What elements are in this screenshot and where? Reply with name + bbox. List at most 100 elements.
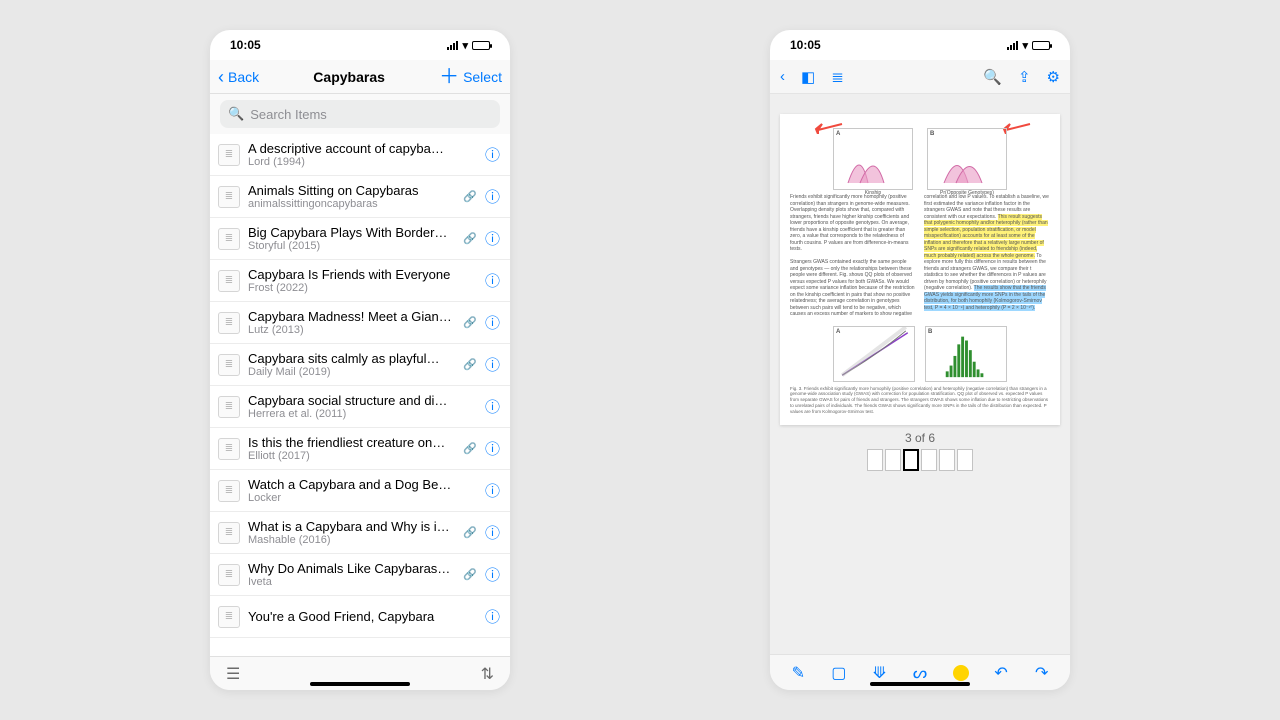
item-thumb-icon: ≣ [218,522,240,544]
pencil-tool[interactable]: ✎ [787,662,809,684]
axis-label: Kinship [865,190,881,197]
status-time: 10:05 [790,38,821,52]
link-icon: 🔗 [463,568,477,581]
list-item[interactable]: ≣ What is a Capybara and Why is i…Mashabl… [210,512,510,554]
item-title: Capybara Is Friends with Everyone [248,267,477,282]
info-button[interactable]: ⓘ [485,228,500,249]
panel-label: B [930,131,934,139]
back-button[interactable]: ‹ Back [218,68,259,86]
item-subtitle: Elliott (2017) [248,450,455,462]
page-thumbnails[interactable] [867,449,973,471]
item-text: Capybara Madness! Meet a Gian…Lutz (2013… [248,309,455,336]
search-container: 🔍 Search Items [210,94,510,134]
item-text: What is a Capybara and Why is i…Mashable… [248,519,455,546]
page-thumb[interactable] [885,449,901,471]
item-subtitle: Locker [248,492,477,504]
lasso-tool[interactable]: ᔕ [909,662,931,684]
reader-phone: 10:05 ▾ ‹ ◧ ≣ 🔍 ⇪ ⚙ [770,30,1070,690]
battery-icon [472,41,490,50]
list-item[interactable]: ≣Animals Sitting on Capybarasanimalssitt… [210,176,510,218]
info-button[interactable]: ⓘ [485,396,500,417]
list-item[interactable]: ≣Is this the friendliest creature on…Ell… [210,428,510,470]
item-title: Watch a Capybara and a Dog Be… [248,477,477,492]
item-title: What is a Capybara and Why is i… [248,519,455,534]
crop-tool[interactable]: ⟱ [868,662,890,684]
item-text: You're a Good Friend, Capybara [248,609,477,624]
page-thumb[interactable] [903,449,919,471]
list-item[interactable]: ≣A descriptive account of capyba…Lord (1… [210,134,510,176]
back-button[interactable]: ‹ [780,68,785,85]
info-button[interactable]: ⓘ [485,186,500,207]
list-item[interactable]: ≣Capybara social structure and di…Herrer… [210,386,510,428]
fig3-panel-a: A [833,326,915,382]
pdf-page[interactable]: A Kinship B Pr(Opposite Genotypes) [780,114,1060,425]
item-list[interactable]: ≣A descriptive account of capyba…Lord (1… [210,134,510,656]
undo-button[interactable]: ↶ [990,662,1012,684]
status-bar: 10:05 ▾ [210,30,510,60]
note-tool[interactable]: ▢ [828,662,850,684]
info-button[interactable]: ⓘ [485,522,500,543]
info-button[interactable]: ⓘ [485,354,500,375]
item-title: You're a Good Friend, Capybara [248,609,477,624]
item-thumb-icon: ≣ [218,228,240,250]
link-icon: 🔗 [463,442,477,455]
list-item[interactable]: ≣Capybara sits calmly as playful…Daily M… [210,344,510,386]
fig3-panel-b: B [925,326,1007,382]
document-area[interactable]: A Kinship B Pr(Opposite Genotypes) [770,94,1070,654]
search-icon[interactable]: 🔍 [983,68,1002,86]
sort-button[interactable]: ⇅ [481,664,494,684]
signal-icon [447,40,458,50]
home-indicator[interactable] [870,682,970,686]
signal-icon [1007,40,1018,50]
item-text: Capybara social structure and di…Herrera… [248,393,477,420]
status-right: ▾ [1007,39,1050,52]
info-button[interactable]: ⓘ [485,564,500,585]
wifi-icon: ▾ [1022,39,1028,52]
share-icon[interactable]: ⇪ [1018,68,1031,86]
caption-text: Fig. 3. Friends exhibit significantly mo… [790,386,1050,415]
color-picker[interactable] [950,662,972,684]
library-phone: 10:05 ▾ ‹ Back Capybaras ＋ Select 🔍 Sear… [210,30,510,690]
panel-label: A [836,131,840,139]
reader-toolbar: ‹ ◧ ≣ 🔍 ⇪ ⚙ [770,60,1070,94]
info-button[interactable]: ⓘ [485,606,500,627]
redo-button[interactable]: ↷ [1031,662,1053,684]
figure-3: A B [790,326,1050,382]
gear-icon[interactable]: ⚙ [1047,68,1060,86]
list-item[interactable]: ≣Capybara Is Friends with EveryoneFrost … [210,260,510,302]
list-item[interactable]: ≣ Capybara Madness! Meet a Gian…Lutz (201… [210,302,510,344]
list-item[interactable]: ≣Why Do Animals Like Capybaras…Iveta🔗ⓘ [210,554,510,596]
item-subtitle: Frost (2022) [248,282,477,294]
body-text: Friends exhibit significantly more homop… [790,194,1050,318]
info-button[interactable]: ⓘ [485,480,500,501]
page-thumb[interactable] [867,449,883,471]
item-text: Capybara sits calmly as playful…Daily Ma… [248,351,455,378]
nav-bar: ‹ Back Capybaras ＋ Select [210,60,510,94]
list-item[interactable]: ≣Big Capybara Plays With Border…Storyful… [210,218,510,260]
search-input[interactable]: 🔍 Search Items [220,100,500,128]
select-button[interactable]: Select [463,69,502,85]
link-icon: 🔗 [463,526,477,539]
page-thumb[interactable] [939,449,955,471]
page-thumb[interactable] [957,449,973,471]
item-title: Capybara social structure and di… [248,393,477,408]
info-button[interactable]: ⓘ [485,312,500,333]
info-button[interactable]: ⓘ [485,438,500,459]
filter-button[interactable]: ☰ [226,664,240,684]
item-thumb-icon: ≣ [218,186,240,208]
status-time: 10:05 [230,38,261,52]
home-indicator[interactable] [310,682,410,686]
info-button[interactable]: ⓘ [485,270,500,291]
outline-icon[interactable]: ≣ [831,68,844,86]
page-thumb[interactable] [921,449,937,471]
item-subtitle: Lutz (2013) [248,324,455,336]
sidebar-toggle-icon[interactable]: ◧ [801,68,815,86]
info-button[interactable]: ⓘ [485,144,500,165]
list-item[interactable]: ≣Watch a Capybara and a Dog Be…Lockerⓘ [210,470,510,512]
page-title: Capybaras [313,69,385,85]
item-thumb-icon: ≣ [218,312,240,334]
item-subtitle: animalssittingoncapybaras [248,198,455,210]
battery-icon [1032,41,1050,50]
add-button[interactable]: ＋ [439,67,459,87]
list-item[interactable]: ≣You're a Good Friend, Capybaraⓘ [210,596,510,638]
